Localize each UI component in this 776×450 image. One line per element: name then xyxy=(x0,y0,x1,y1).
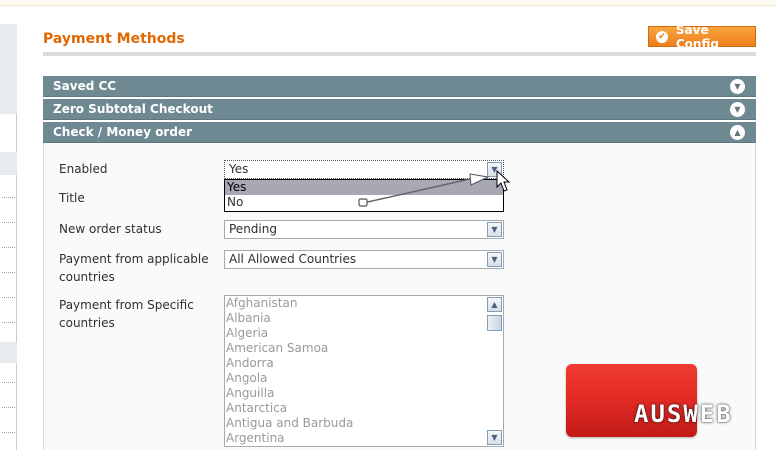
applicable-countries-label: Payment from applicable countries xyxy=(59,250,209,286)
enabled-dropdown-list: Yes No xyxy=(224,179,504,212)
dropdown-option-no[interactable]: No xyxy=(225,195,503,210)
chevron-down-icon[interactable]: ▼ xyxy=(487,162,502,177)
page-title: Payment Methods xyxy=(43,31,185,47)
title-label: Title xyxy=(59,191,85,205)
enabled-label: Enabled xyxy=(59,162,108,176)
left-nav-divider xyxy=(2,247,15,248)
list-item[interactable]: Afghanistan xyxy=(225,296,503,311)
ausweb-logo-text: AUSWEB xyxy=(634,400,733,428)
save-config-label: Save Config xyxy=(675,22,719,51)
specific-countries-label: Payment from Specific countries xyxy=(59,296,194,332)
new-order-status-label: New order status xyxy=(59,222,162,236)
enabled-select-value: Yes xyxy=(229,162,249,176)
left-nav-panel xyxy=(0,24,17,114)
left-navigation-column xyxy=(0,24,17,450)
list-item[interactable]: Andorra xyxy=(225,356,503,371)
section-header-check-money-order[interactable]: Check / Money order ▲ xyxy=(43,122,756,143)
check-circle-icon: ✔ xyxy=(656,30,668,43)
list-item[interactable]: Antigua and Barbuda xyxy=(225,416,503,431)
applicable-countries-label-line1: Payment from applicable xyxy=(59,252,209,266)
left-nav-divider xyxy=(2,222,15,223)
chevron-down-circle-icon: ▼ xyxy=(730,102,745,117)
section-header-zero-subtotal-checkout[interactable]: Zero Subtotal Checkout ▼ xyxy=(43,99,756,120)
left-nav-divider xyxy=(2,407,15,408)
list-item[interactable]: Anguilla xyxy=(225,386,503,401)
left-nav-row-highlight xyxy=(0,152,17,175)
title-divider xyxy=(43,52,756,56)
list-item[interactable]: Algeria xyxy=(225,326,503,341)
applicable-countries-value: All Allowed Countries xyxy=(229,252,357,266)
section-title: Check / Money order xyxy=(53,125,192,139)
section-title: Saved CC xyxy=(53,79,117,93)
list-item[interactable]: Albania xyxy=(225,311,503,326)
enabled-select[interactable]: Yes ▼ xyxy=(224,160,504,179)
list-item[interactable]: American Samoa xyxy=(225,341,503,356)
new-order-status-value: Pending xyxy=(229,222,277,236)
save-config-button[interactable]: ✔ Save Config xyxy=(648,23,756,51)
left-nav-divider xyxy=(2,322,15,323)
chevron-down-circle-icon: ▼ xyxy=(730,79,745,94)
section-header-saved-cc[interactable]: Saved CC ▼ xyxy=(43,76,756,97)
left-nav-divider xyxy=(2,272,15,273)
left-nav-row-highlight xyxy=(0,342,17,363)
applicable-countries-select[interactable]: All Allowed Countries ▼ xyxy=(224,250,504,269)
scroll-up-icon[interactable]: ▲ xyxy=(487,297,502,312)
list-item[interactable]: Angola xyxy=(225,371,503,386)
left-nav-divider xyxy=(2,382,15,383)
list-item[interactable]: Antarctica xyxy=(225,401,503,416)
specific-countries-label-line1: Payment from Specific xyxy=(59,298,194,312)
top-message-strip xyxy=(0,0,776,6)
scroll-down-icon[interactable]: ▼ xyxy=(487,430,502,445)
left-nav-divider xyxy=(2,432,15,433)
chevron-up-circle-icon: ▲ xyxy=(730,125,745,140)
list-item[interactable]: Argentina xyxy=(225,431,503,446)
left-nav-divider xyxy=(2,297,15,298)
specific-countries-label-line2: countries xyxy=(59,316,115,330)
listbox-scrollbar[interactable]: ▲ ▼ xyxy=(487,297,502,445)
section-title: Zero Subtotal Checkout xyxy=(53,102,213,116)
chevron-down-icon[interactable]: ▼ xyxy=(487,222,502,237)
specific-countries-listbox[interactable]: Afghanistan Albania Algeria American Sam… xyxy=(224,295,504,447)
chevron-down-icon[interactable]: ▼ xyxy=(487,252,502,267)
applicable-countries-label-line2: countries xyxy=(59,270,115,284)
new-order-status-select[interactable]: Pending ▼ xyxy=(224,220,504,239)
dropdown-option-yes[interactable]: Yes xyxy=(225,180,503,195)
scrollbar-thumb[interactable] xyxy=(487,315,502,331)
left-nav-divider xyxy=(2,197,15,198)
